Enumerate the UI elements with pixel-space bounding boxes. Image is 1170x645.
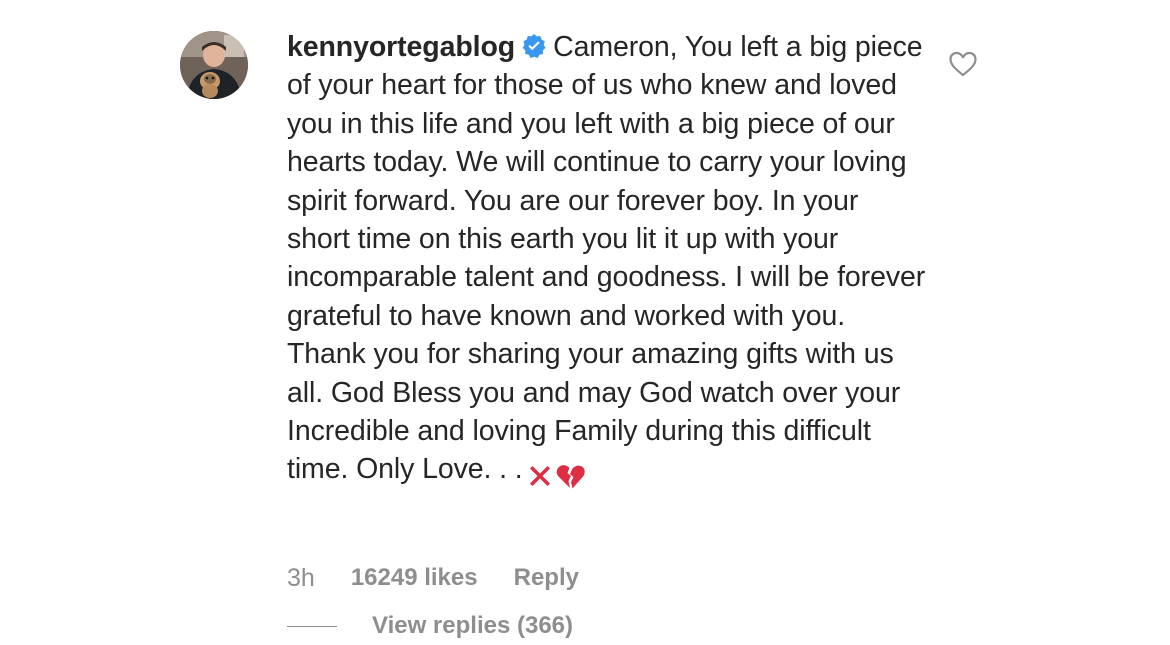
comment-text: Cameron, You left a big piece of your he…: [287, 31, 926, 486]
comment-body: kennyortegablog Cameron, You left a big p…: [287, 28, 927, 494]
comment-time[interactable]: 3h: [287, 564, 315, 593]
view-replies-button[interactable]: View replies (366): [287, 610, 573, 642]
avatar-image: [180, 31, 248, 99]
replies-divider: [287, 625, 337, 627]
comment-emojis: [525, 455, 587, 493]
reply-button[interactable]: Reply: [514, 564, 579, 592]
view-replies-label: View replies (366): [372, 612, 573, 639]
heart-outline-icon: [949, 51, 977, 77]
verified-badge-icon: [521, 33, 547, 59]
comment-likes[interactable]: 16249 likes: [351, 564, 478, 592]
comment-meta: 3h 16249 likes Reply: [287, 562, 579, 594]
comment: kennyortegablog Cameron, You left a big p…: [0, 0, 1170, 645]
cross-mark-emoji: [529, 465, 550, 486]
like-button[interactable]: [948, 50, 978, 78]
broken-heart-emoji: [556, 465, 585, 489]
avatar[interactable]: [180, 31, 248, 99]
comment-username[interactable]: kennyortegablog: [287, 31, 515, 63]
